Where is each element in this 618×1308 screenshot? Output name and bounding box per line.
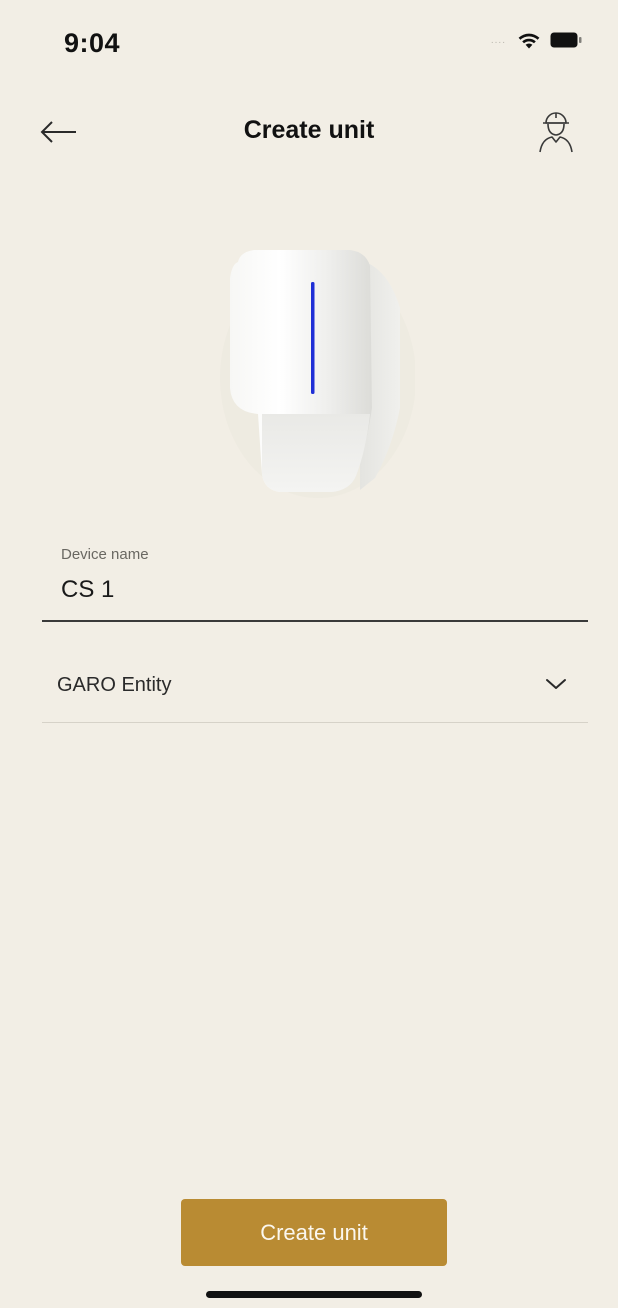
home-indicator [206, 1291, 422, 1298]
device-name-label: Device name [61, 546, 149, 563]
wifi-icon [518, 33, 540, 49]
entity-select[interactable]: GARO Entity [42, 650, 588, 723]
signal-dots: .... [490, 34, 506, 46]
status-bar: 9:04 .... [0, 0, 618, 90]
device-name-field[interactable]: Device name CS 1 [42, 538, 588, 622]
battery-icon [550, 32, 582, 48]
page-title: Create unit [243, 116, 375, 144]
status-time: 9:04 [64, 28, 121, 58]
charging-station-image [220, 250, 415, 498]
entity-select-value: GARO Entity [57, 674, 172, 696]
chevron-down-icon [546, 679, 566, 689]
status-icons: .... [491, 30, 582, 50]
create-unit-button[interactable]: Create unit [181, 1199, 447, 1266]
device-name-input[interactable]: CS 1 [61, 576, 114, 604]
create-unit-screen: 9:04 .... Create unit Device name CS 1 G… [0, 0, 618, 1308]
nav-bar: Create unit [0, 100, 618, 164]
installer-helmet-icon[interactable] [536, 106, 576, 156]
